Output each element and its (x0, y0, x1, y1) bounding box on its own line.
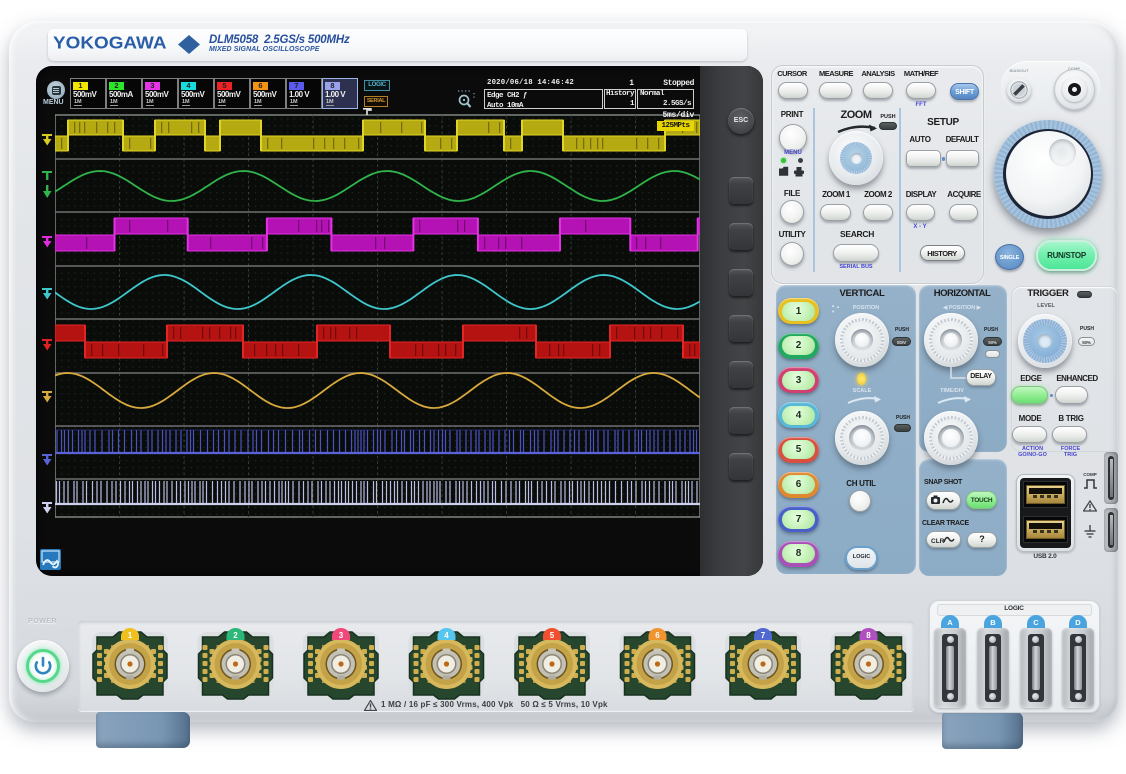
svg-text:2: 2 (233, 631, 238, 640)
svg-text:6: 6 (655, 631, 660, 640)
svg-text:3: 3 (339, 631, 344, 640)
svg-text:B: B (990, 618, 996, 627)
svg-text:4: 4 (444, 631, 449, 640)
svg-text:A: A (947, 618, 953, 627)
svg-text:1: 1 (128, 631, 133, 640)
svg-text:7: 7 (761, 631, 766, 640)
svg-text:C: C (1033, 618, 1039, 627)
svg-text:CLR: CLR (931, 538, 945, 545)
svg-text:D: D (1076, 618, 1082, 627)
svg-text:8: 8 (866, 631, 871, 640)
svg-text:5: 5 (550, 631, 555, 640)
